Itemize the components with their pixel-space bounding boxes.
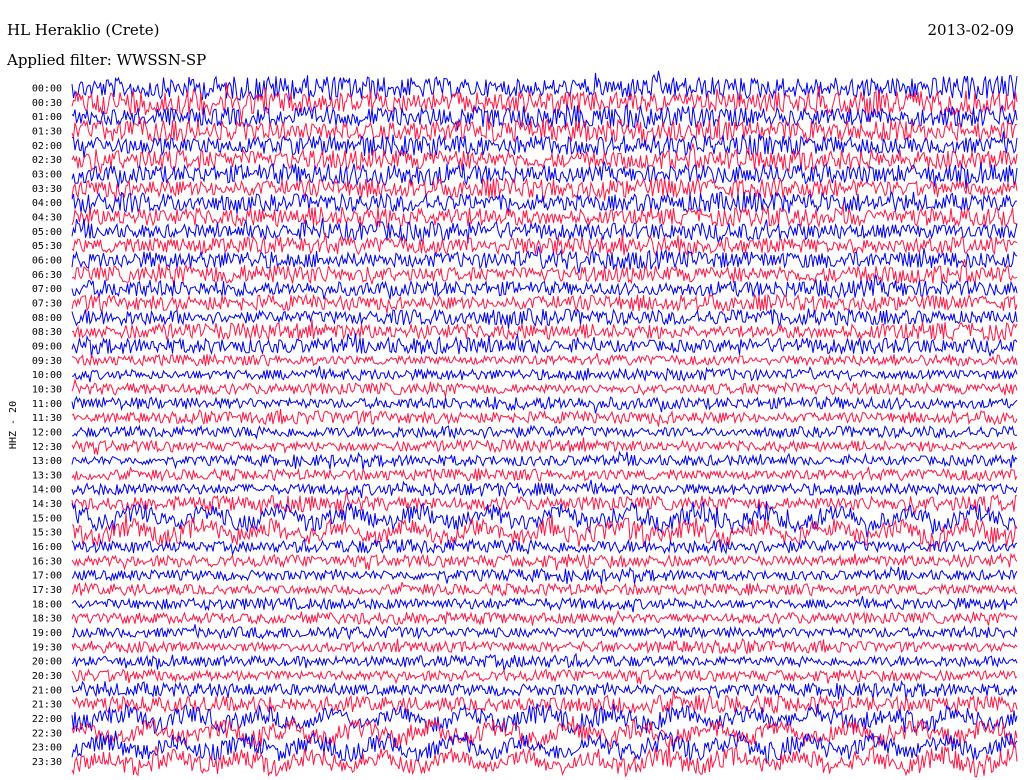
time-tick-label: 07:30 xyxy=(32,298,62,309)
time-tick-label: 10:00 xyxy=(32,370,62,381)
channel-axis-label: HHZ - 20 xyxy=(8,401,19,449)
time-tick-label: 15:30 xyxy=(32,528,62,539)
time-tick-label: 20:00 xyxy=(32,657,62,668)
time-tick-label: 06:00 xyxy=(32,255,62,266)
filter-label: Applied filter: WWSSN-SP xyxy=(6,51,206,69)
time-tick-label: 21:30 xyxy=(32,700,62,711)
time-tick-label: 09:30 xyxy=(32,356,62,367)
time-tick-label: 08:30 xyxy=(32,327,62,338)
time-tick-label: 10:30 xyxy=(32,384,62,395)
time-tick-label: 23:30 xyxy=(32,757,62,768)
time-tick-label: 04:00 xyxy=(32,198,62,209)
time-tick-label: 11:00 xyxy=(32,399,62,410)
time-tick-label: 01:30 xyxy=(32,126,62,137)
time-tick-label: 15:00 xyxy=(32,513,62,524)
time-tick-label: 12:30 xyxy=(32,442,62,453)
time-tick-label: 17:00 xyxy=(32,571,62,582)
time-tick-label: 16:00 xyxy=(32,542,62,553)
time-tick-label: 12:00 xyxy=(32,427,62,438)
time-tick-label: 21:00 xyxy=(32,685,62,696)
time-tick-label: 02:00 xyxy=(32,141,62,152)
time-tick-label: 04:30 xyxy=(32,212,62,223)
record-date: 2013-02-09 xyxy=(928,21,1014,39)
helicorder-plot: 00:00 00:30 01:00 01:30 02:00 02:30 03:00 03:30… xyxy=(0,0,1024,780)
time-tick-label: 20:30 xyxy=(32,671,62,682)
time-tick-label: 02:30 xyxy=(32,155,62,166)
time-tick-label: 05:00 xyxy=(32,227,62,238)
time-tick-label: 01:00 xyxy=(32,112,62,123)
time-tick-label: 18:30 xyxy=(32,614,62,625)
time-tick-label: 00:30 xyxy=(32,98,62,109)
time-tick-label: 19:00 xyxy=(32,628,62,639)
time-tick-label: 13:30 xyxy=(32,470,62,481)
time-tick-label: 03:30 xyxy=(32,184,62,195)
time-tick-label: 18:00 xyxy=(32,599,62,610)
station-title: HL Heraklio (Crete) xyxy=(7,21,160,39)
time-tick-label: 14:30 xyxy=(32,499,62,510)
time-tick-label: 00:00 xyxy=(32,84,62,95)
time-tick-label: 16:30 xyxy=(32,556,62,567)
time-tick-label: 07:00 xyxy=(32,284,62,295)
time-tick-label: 17:30 xyxy=(32,585,62,596)
time-tick-label: 05:30 xyxy=(32,241,62,252)
time-tick-label: 03:00 xyxy=(32,169,62,180)
time-tick-label: 11:30 xyxy=(32,413,62,424)
time-tick-label: 23:00 xyxy=(32,743,62,754)
time-tick-label: 14:00 xyxy=(32,485,62,496)
time-tick-label: 19:30 xyxy=(32,642,62,653)
time-tick-label: 13:00 xyxy=(32,456,62,467)
time-tick-label: 08:00 xyxy=(32,313,62,324)
time-tick-label: 06:30 xyxy=(32,270,62,281)
time-tick-label: 22:00 xyxy=(32,714,62,725)
time-tick-label: 22:30 xyxy=(32,728,62,739)
time-tick-label: 09:00 xyxy=(32,341,62,352)
